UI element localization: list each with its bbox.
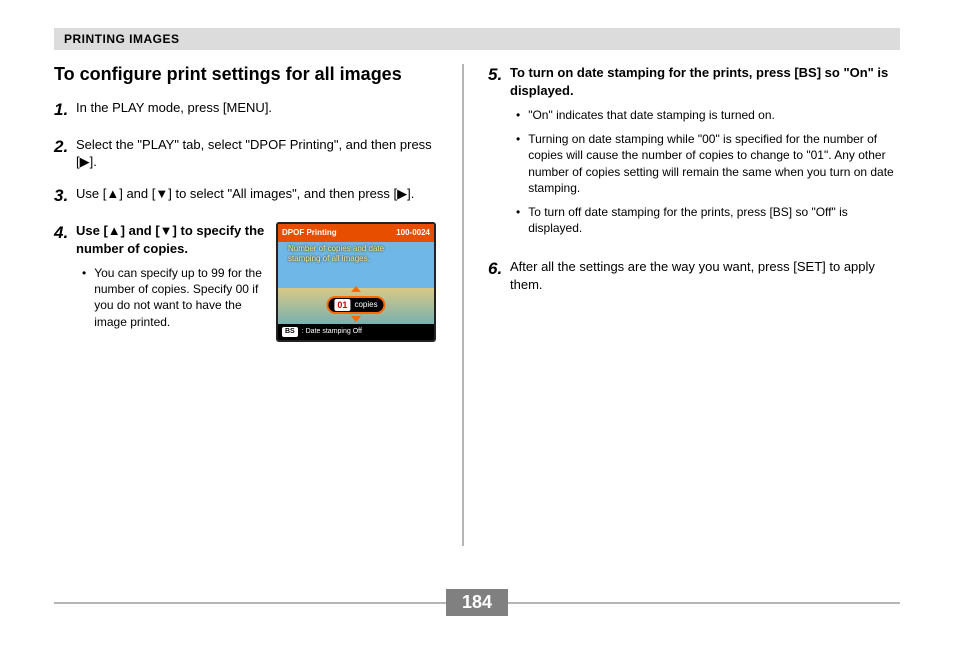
step-text: Use [▲] and [▼] to select "All images", …: [76, 185, 436, 203]
step-1: 1. In the PLAY mode, press [MENU].: [54, 99, 436, 122]
camera-lcd-illustration: DPOF Printing 100-0024 Number of copies …: [276, 222, 436, 342]
lcd-bottom-bar: BS : Date stamping Off: [278, 324, 434, 340]
step-text: After all the settings are the way you w…: [510, 258, 900, 293]
down-arrow-icon: [351, 316, 361, 322]
down-arrow-icon: ▼: [155, 186, 168, 201]
text-part: ].: [407, 186, 414, 201]
step-text: To turn on date stamping for the prints,…: [510, 65, 888, 98]
text-part: Use [: [76, 223, 108, 238]
page-title: To configure print settings for all imag…: [54, 64, 436, 85]
bullet: To turn off date stamping for the prints…: [516, 204, 900, 236]
steps-left: 1. In the PLAY mode, press [MENU]. 2. Se…: [54, 99, 436, 342]
step-6: 6. After all the settings are the way yo…: [488, 258, 900, 293]
step-text: In the PLAY mode, press [MENU].: [76, 99, 436, 117]
lcd-copies-value: 01: [334, 299, 350, 311]
up-arrow-icon: ▲: [108, 223, 121, 238]
text-part: ] to select "All images", and then press…: [168, 186, 397, 201]
content-columns: To configure print settings for all imag…: [54, 64, 900, 546]
text-part: Use [: [76, 186, 106, 201]
step-2: 2. Select the "PLAY" tab, select "DPOF P…: [54, 136, 436, 171]
bullet-text: To turn off date stamping for the prints…: [528, 204, 900, 236]
up-arrow-icon: [351, 286, 361, 292]
step-body: To turn on date stamping for the prints,…: [510, 64, 900, 244]
text-part: ] and [: [119, 186, 155, 201]
right-column: 5. To turn on date stamping for the prin…: [464, 64, 900, 546]
bullet: "On" indicates that date stamping is tur…: [516, 107, 900, 123]
step-text: Select the "PLAY" tab, select "DPOF Prin…: [76, 136, 436, 171]
left-column: To configure print settings for all imag…: [54, 64, 462, 546]
right-arrow-icon: ▶: [80, 154, 90, 169]
steps-right: 5. To turn on date stamping for the prin…: [488, 64, 900, 294]
step-5-bullets: "On" indicates that date stamping is tur…: [510, 107, 900, 236]
page-number: 184: [446, 589, 508, 616]
section-header: PRINTING IMAGES: [54, 28, 900, 50]
bullet: Turning on date stamping while "00" is s…: [516, 131, 900, 196]
right-arrow-icon: ▶: [397, 186, 407, 201]
lcd-top-bar: DPOF Printing 100-0024: [278, 224, 434, 242]
lcd-copies-pill: 01 copies: [326, 296, 385, 314]
step-number: 1.: [54, 99, 76, 122]
lcd-date-stamp-text: : Date stamping Off: [302, 327, 362, 336]
text-part: ] and [: [121, 223, 160, 238]
bullet-text: Turning on date stamping while "00" is s…: [528, 131, 900, 196]
text-part: ].: [90, 154, 97, 169]
up-arrow-icon: ▲: [106, 186, 119, 201]
bullet-text: "On" indicates that date stamping is tur…: [528, 107, 775, 123]
lcd-bs-key: BS: [282, 327, 298, 336]
step-number: 3.: [54, 185, 76, 208]
text-part: Select the "PLAY" tab, select "DPOF Prin…: [76, 137, 432, 170]
lcd-msg-line: Number of copies and date: [288, 244, 384, 253]
lcd-mode-label: DPOF Printing: [282, 228, 337, 239]
step-body: Use [▲] and [▼] to specify the number of…: [76, 222, 436, 342]
step-5: 5. To turn on date stamping for the prin…: [488, 64, 900, 244]
step-number: 4.: [54, 222, 76, 245]
page-footer: 184: [54, 588, 900, 616]
lcd-msg-line: stamping of all images.: [288, 254, 370, 263]
lcd-message: Number of copies and date stamping of al…: [288, 244, 424, 263]
down-arrow-icon: ▼: [160, 223, 173, 238]
step-number: 6.: [488, 258, 510, 281]
page: PRINTING IMAGES To configure print setti…: [0, 0, 954, 646]
bullet: You can specify up to 99 for the number …: [82, 265, 268, 330]
lcd-file-number: 100-0024: [396, 228, 430, 239]
step-number: 5.: [488, 64, 510, 87]
step-4: 4. Use [▲] and [▼] to specify the number…: [54, 222, 436, 342]
step-number: 2.: [54, 136, 76, 159]
bullet-text: You can specify up to 99 for the number …: [94, 265, 268, 330]
step-4-bullets: You can specify up to 99 for the number …: [76, 265, 268, 330]
lcd-copies-label: copies: [354, 300, 377, 311]
step-3: 3. Use [▲] and [▼] to select "All images…: [54, 185, 436, 208]
step-4-textcol: Use [▲] and [▼] to specify the number of…: [76, 222, 276, 342]
